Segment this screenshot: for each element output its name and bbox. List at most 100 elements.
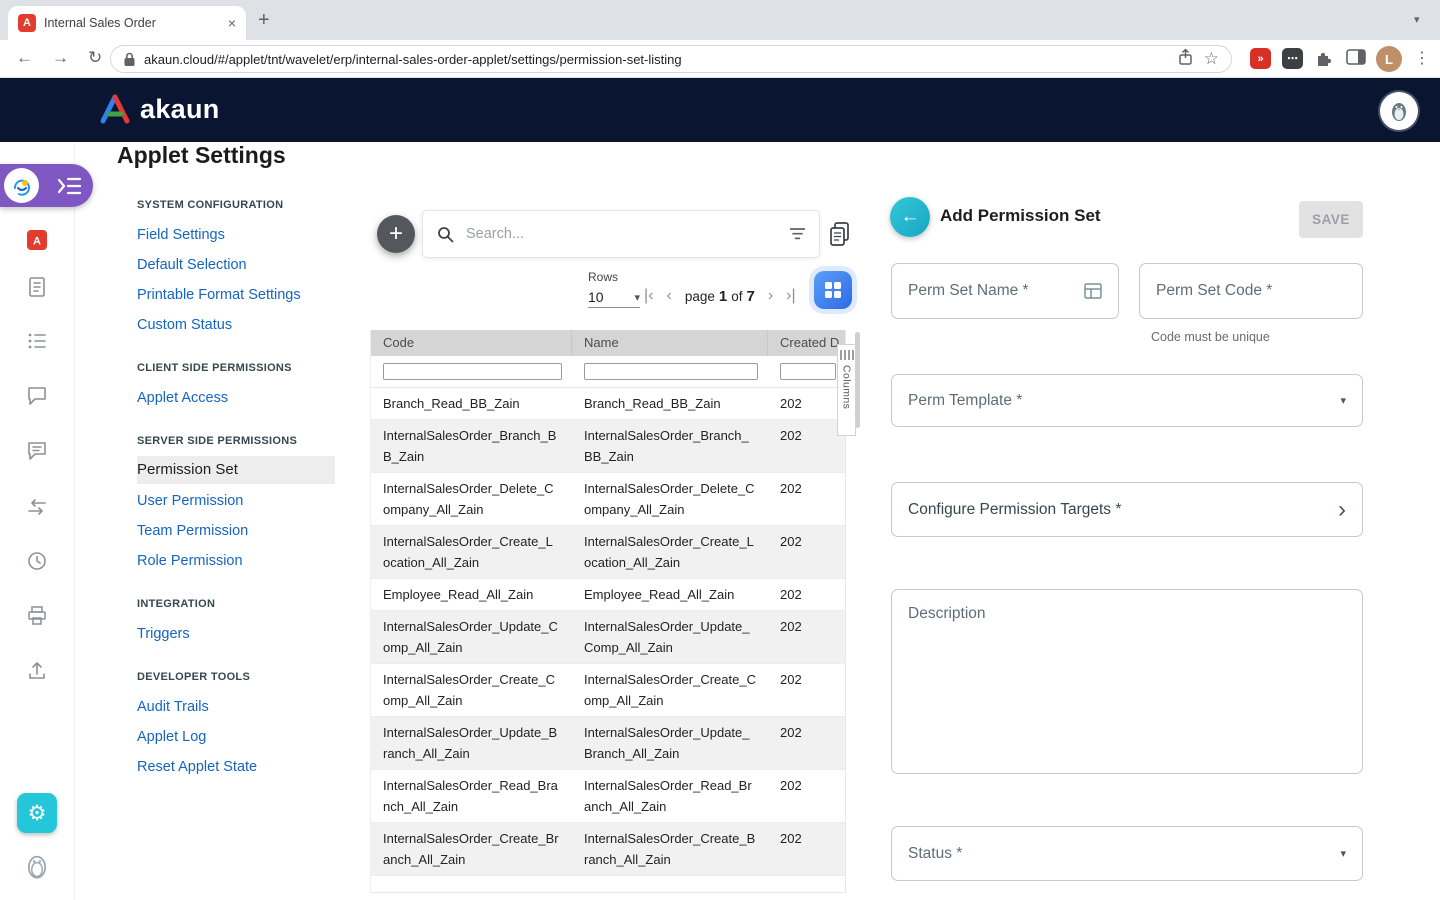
grid-view-button[interactable] xyxy=(814,271,852,309)
filter-code-input[interactable] xyxy=(383,363,562,380)
table-body: Branch_Read_BB_Zain Branch_Read_BB_Zain … xyxy=(371,388,845,876)
filter-name-input[interactable] xyxy=(584,363,758,380)
sidebar-item-printable-format-settings[interactable]: Printable Format Settings xyxy=(137,280,349,310)
side-panel-icon[interactable] xyxy=(1346,49,1366,71)
copy-view-icon[interactable] xyxy=(828,221,852,252)
table-row[interactable]: InternalSalesOrder_Create_Comp_All_Zain … xyxy=(371,664,845,717)
configure-targets-button[interactable]: Configure Permission Targets * › xyxy=(891,482,1363,537)
pdf-icon[interactable]: A xyxy=(25,228,49,252)
browser-tab[interactable]: A Internal Sales Order × xyxy=(8,6,246,40)
history-clock-icon[interactable] xyxy=(25,549,49,573)
filter-icon[interactable] xyxy=(790,228,805,240)
browser-reload-button[interactable]: ↻ xyxy=(88,48,102,68)
table-row[interactable]: InternalSalesOrder_Branch_BB_Zain Intern… xyxy=(371,420,845,473)
settings-gear-button[interactable]: ⚙ xyxy=(17,793,57,833)
description-field[interactable]: Description xyxy=(891,589,1363,774)
last-page-button[interactable]: ›| xyxy=(786,287,795,305)
table-row[interactable]: InternalSalesOrder_Create_Location_All_Z… xyxy=(371,526,845,579)
sidebar-item-role-permission[interactable]: Role Permission xyxy=(137,546,349,576)
tab-close-icon[interactable]: × xyxy=(228,15,236,31)
sidebar-item-reset-applet-state[interactable]: Reset Applet State xyxy=(137,752,349,782)
table-row[interactable]: Employee_Read_All_Zain Employee_Read_All… xyxy=(371,579,845,611)
user-avatar[interactable] xyxy=(1380,92,1418,130)
cell-name: InternalSalesOrder_Branch_BB_Zain xyxy=(572,420,768,472)
header-code[interactable]: Code xyxy=(371,330,572,356)
page-word: page xyxy=(685,289,715,304)
browser-menu-icon[interactable]: ⋮ xyxy=(1414,48,1430,68)
filter-created-input[interactable] xyxy=(780,363,836,380)
list-icon[interactable] xyxy=(25,329,49,353)
extension-dark-icon[interactable]: ⋯ xyxy=(1282,48,1303,69)
tab-search-icon[interactable]: ▾ xyxy=(1414,13,1420,26)
cell-code: InternalSalesOrder_Update_Comp_All_Zain xyxy=(371,611,572,663)
active-applet-pill[interactable] xyxy=(0,164,93,207)
sidebar-item-applet-log[interactable]: Applet Log xyxy=(137,722,349,752)
swap-horizontal-icon[interactable] xyxy=(25,495,49,519)
first-page-button[interactable]: |‹ xyxy=(644,287,653,305)
extension-red-icon[interactable]: » xyxy=(1250,48,1271,69)
table-row[interactable]: InternalSalesOrder_Update_Comp_All_Zain … xyxy=(371,611,845,664)
printer-icon[interactable] xyxy=(25,604,49,628)
collapse-menu-icon[interactable] xyxy=(56,175,82,202)
browser-forward-button[interactable]: → xyxy=(52,48,69,68)
app-logo[interactable]: akaun xyxy=(98,93,220,125)
perm-set-code-field[interactable]: Perm Set Code * xyxy=(1139,263,1363,319)
table-row[interactable]: InternalSalesOrder_Read_Branch_All_Zain … xyxy=(371,770,845,823)
cell-created: 202 xyxy=(768,770,846,822)
sidebar-item-user-permission[interactable]: User Permission xyxy=(137,486,349,516)
receipt-icon[interactable] xyxy=(25,275,49,299)
perm-template-select[interactable]: Perm Template * ▾ xyxy=(891,374,1363,427)
chat-icon[interactable] xyxy=(25,384,49,408)
header-created[interactable]: Created D xyxy=(768,330,846,356)
svg-text:A: A xyxy=(33,236,41,248)
table-row[interactable]: InternalSalesOrder_Delete_Company_All_Za… xyxy=(371,473,845,526)
cell-code: InternalSalesOrder_Create_Branch_All_Zai… xyxy=(371,823,572,875)
section-server-side-permissions: SERVER SIDE PERMISSIONS xyxy=(137,435,349,447)
header-name[interactable]: Name xyxy=(572,330,768,356)
table-row[interactable]: InternalSalesOrder_Update_Branch_All_Zai… xyxy=(371,717,845,770)
cell-code: InternalSalesOrder_Create_Comp_All_Zain xyxy=(371,664,572,716)
address-bar[interactable]: akaun.cloud/#/applet/tnt/wavelet/erp/int… xyxy=(110,45,1232,73)
next-page-button[interactable]: › xyxy=(768,287,773,305)
bookmark-star-icon[interactable]: ☆ xyxy=(1204,49,1219,69)
cell-code: Branch_Read_BB_Zain xyxy=(371,388,572,419)
sidebar-item-field-settings[interactable]: Field Settings xyxy=(137,220,349,250)
penguin-footer-icon[interactable] xyxy=(23,852,51,880)
rows-per-page-select[interactable]: 10 ▾ xyxy=(588,287,640,308)
sidebar-item-triggers[interactable]: Triggers xyxy=(137,619,349,649)
columns-drawer-tab[interactable]: Columns xyxy=(837,344,856,436)
sidebar-item-default-selection[interactable]: Default Selection xyxy=(137,250,349,280)
sidebar-item-team-permission[interactable]: Team Permission xyxy=(137,516,349,546)
upload-icon[interactable] xyxy=(25,659,49,683)
status-select[interactable]: Status * ▾ xyxy=(891,826,1363,881)
pagination: |‹ ‹ page 1 of 7 › ›| xyxy=(644,287,796,305)
tab-favicon-icon: A xyxy=(18,14,36,32)
sidebar-item-applet-access[interactable]: Applet Access xyxy=(137,383,349,413)
cell-created: 202 xyxy=(768,717,846,769)
page-indicator: page 1 of 7 xyxy=(685,288,755,305)
cell-code: InternalSalesOrder_Delete_Company_All_Za… xyxy=(371,473,572,525)
prev-page-button[interactable]: ‹ xyxy=(666,287,671,305)
code-helper-text: Code must be unique xyxy=(1151,330,1270,344)
perm-set-name-field[interactable]: Perm Set Name * xyxy=(891,263,1119,319)
cell-name: Employee_Read_All_Zain xyxy=(572,579,768,610)
save-button[interactable]: SAVE xyxy=(1299,201,1363,238)
add-record-button[interactable]: + xyxy=(377,215,415,253)
new-tab-button[interactable]: + xyxy=(258,9,270,32)
table-row[interactable]: InternalSalesOrder_Create_Branch_All_Zai… xyxy=(371,823,845,876)
browser-profile-avatar[interactable]: L xyxy=(1376,46,1402,72)
search-input[interactable] xyxy=(464,225,780,243)
share-icon[interactable] xyxy=(1177,48,1194,71)
sidebar-item-custom-status[interactable]: Custom Status xyxy=(137,310,349,340)
chat-lines-icon[interactable] xyxy=(25,439,49,463)
sidebar-item-permission-set[interactable]: Permission Set xyxy=(137,456,335,484)
cell-created: 202 xyxy=(768,526,846,578)
detail-panel-title: Add Permission Set xyxy=(940,206,1101,226)
table-row[interactable]: Branch_Read_BB_Zain Branch_Read_BB_Zain … xyxy=(371,388,845,420)
back-button[interactable]: ← xyxy=(890,197,930,237)
cell-code: InternalSalesOrder_Read_Branch_All_Zain xyxy=(371,770,572,822)
browser-back-button[interactable]: ← xyxy=(16,48,33,68)
section-developer-tools: DEVELOPER TOOLS xyxy=(137,671,349,683)
extensions-puzzle-icon[interactable] xyxy=(1314,48,1334,73)
sidebar-item-audit-trails[interactable]: Audit Trails xyxy=(137,692,349,722)
